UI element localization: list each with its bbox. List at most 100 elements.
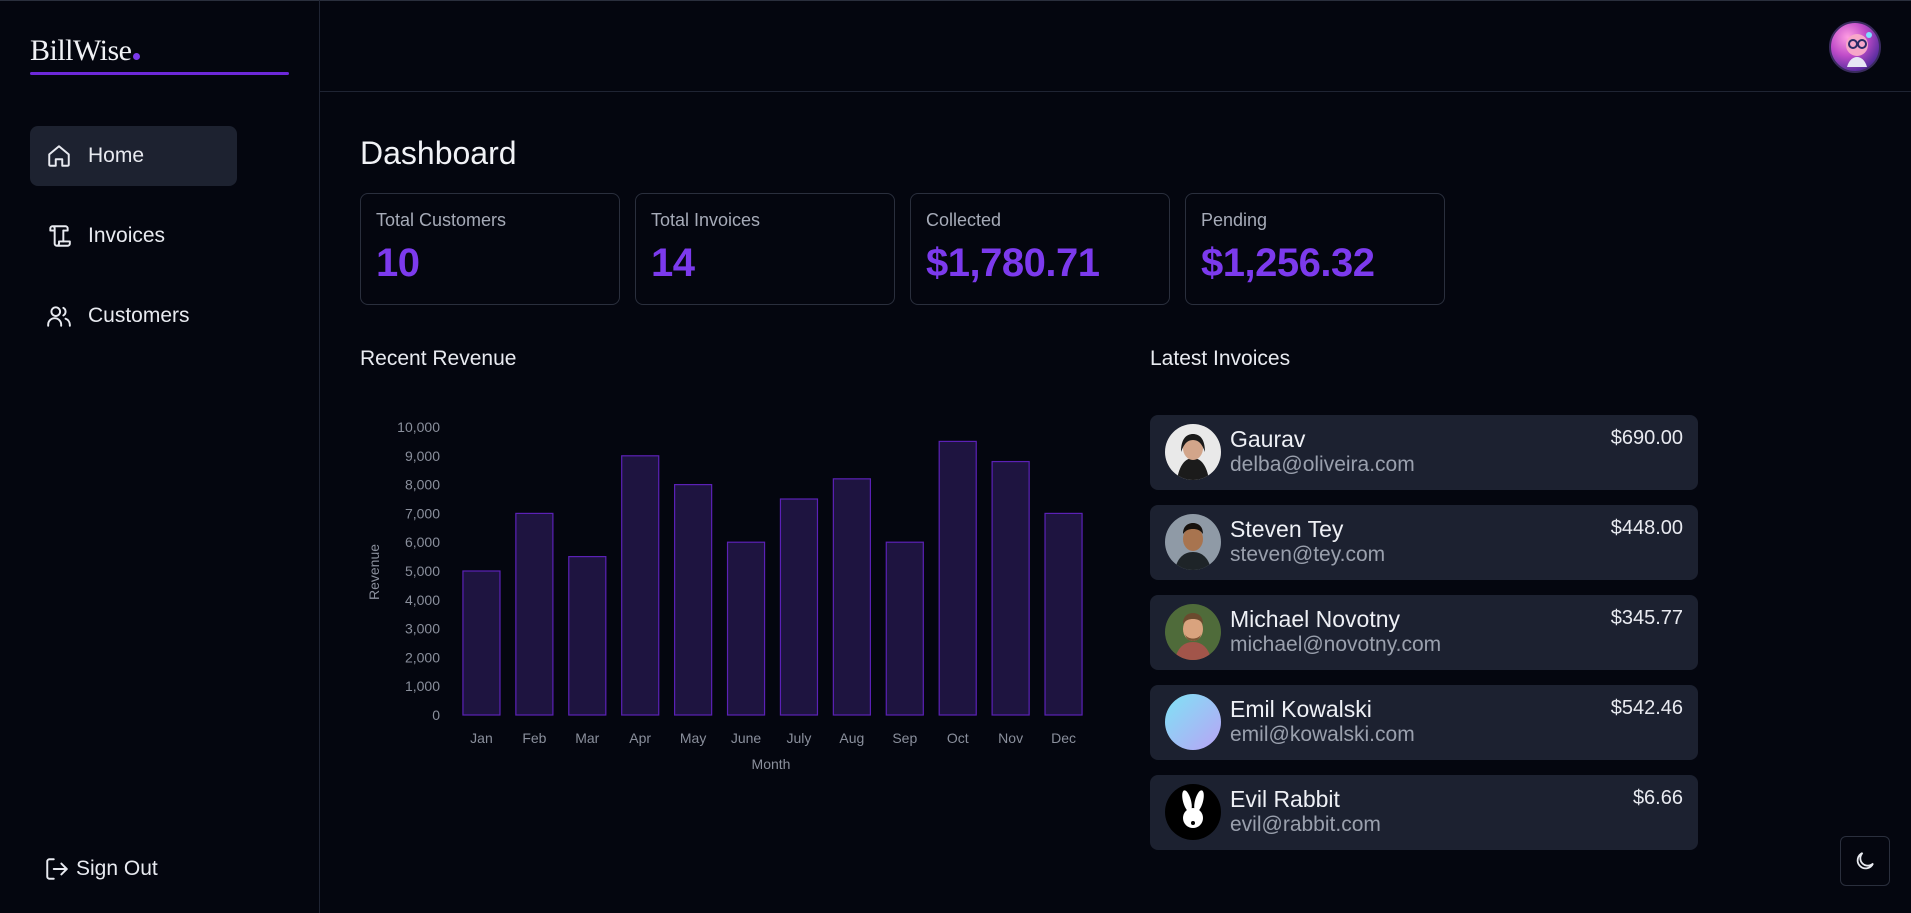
x-tick-label: Feb — [522, 730, 546, 746]
logo-dot — [133, 53, 141, 60]
theme-toggle-button[interactable] — [1840, 836, 1890, 886]
invoice-icon — [49, 225, 71, 247]
stat-value: 10 — [376, 241, 420, 285]
x-tick-label: Jan — [470, 730, 493, 746]
bars — [462, 440, 1083, 716]
customer-email: delba@oliveira.com — [1230, 453, 1415, 476]
customer-name: Michael Novotny — [1230, 606, 1401, 632]
sidebar: BillWise Home Invoices Customers Sign Ou… — [0, 0, 320, 913]
y-tick-label: 4,000 — [405, 592, 440, 608]
bar-may — [674, 483, 713, 716]
customer-avatar — [1165, 694, 1221, 750]
revenue-chart: 0 1,000 2,000 3,000 4,000 5,000 6,000 7,000 8,00… — [366, 419, 1083, 772]
customer-email: michael@novotny.com — [1230, 633, 1442, 656]
user-avatar[interactable] — [1829, 21, 1881, 73]
invoice-amount: $542.46 — [1610, 697, 1683, 719]
top-header — [320, 0, 1911, 92]
y-tick-label: 7,000 — [405, 505, 440, 521]
invoice-amount: $690.00 — [1610, 427, 1683, 449]
logo-underline — [30, 72, 289, 75]
y-tick-label: 0 — [432, 707, 440, 723]
customer-email: steven@tey.com — [1230, 543, 1386, 566]
bar-jan — [462, 570, 501, 716]
stat-value: $1,780.71 — [926, 241, 1100, 285]
stat-card-total-customers: Total Customers 10 — [360, 193, 620, 305]
stat-label: Pending — [1201, 210, 1268, 230]
sidebar-item-invoices[interactable]: Invoices — [30, 206, 237, 266]
latest-invoices-title: Latest Invoices — [1150, 347, 1291, 370]
stat-label: Total Customers — [376, 210, 507, 230]
bar-sep — [885, 541, 924, 716]
x-tick-label: Dec — [1051, 730, 1076, 746]
sign-out-button[interactable]: Sign Out — [44, 856, 158, 882]
x-tick-label: June — [731, 730, 762, 746]
logo[interactable]: BillWise — [30, 34, 141, 68]
x-tick-label: Aug — [839, 730, 864, 746]
x-tick-label: Sep — [892, 730, 917, 746]
invoice-amount: $345.77 — [1610, 607, 1683, 629]
x-tick-label: July — [787, 730, 812, 746]
bar-feb — [515, 512, 554, 716]
stat-card-pending: Pending $1,256.32 — [1185, 193, 1445, 305]
stat-label: Collected — [926, 210, 1002, 230]
invoice-amount: $6.66 — [1632, 787, 1683, 809]
bar-nov — [991, 460, 1030, 716]
customer-name: Emil Kowalski — [1230, 696, 1372, 722]
customer-avatar — [1165, 604, 1221, 660]
y-tick-label: 9,000 — [405, 448, 440, 464]
customer-email: emil@kowalski.com — [1230, 723, 1415, 746]
stat-label: Total Invoices — [651, 210, 761, 230]
y-tick-label: 5,000 — [405, 563, 440, 579]
sign-out-icon — [46, 858, 68, 880]
x-tick-label: Nov — [998, 730, 1023, 746]
sign-out-label: Sign Out — [76, 857, 158, 880]
sidebar-item-label: Invoices — [88, 224, 166, 247]
customer-name: Steven Tey — [1230, 516, 1344, 542]
stat-card-total-invoices: Total Invoices 14 — [635, 193, 895, 305]
bar-june — [726, 541, 766, 716]
moon-icon — [1856, 852, 1874, 870]
customer-avatar — [1165, 514, 1221, 570]
stat-value: $1,256.32 — [1201, 241, 1375, 285]
x-tick-label: Apr — [629, 730, 651, 746]
y-tick-label: 1,000 — [405, 678, 440, 694]
avatar-illustration — [1846, 32, 1872, 67]
stat-card-collected: Collected $1,780.71 — [910, 193, 1170, 305]
customer-avatar — [1165, 424, 1221, 480]
invoice-amount: $448.00 — [1610, 517, 1683, 539]
x-axis-label: Month — [752, 756, 791, 772]
recent-revenue-title: Recent Revenue — [360, 347, 517, 370]
customer-email: evil@rabbit.com — [1230, 813, 1381, 836]
customer-name: Evil Rabbit — [1230, 786, 1340, 812]
customer-avatar — [1165, 784, 1221, 840]
bar-dec — [1044, 512, 1083, 716]
y-tick-label: 10,000 — [397, 419, 440, 435]
x-axis: Jan Feb Mar Apr May June July Aug Sep Oct Nov Dec — [470, 730, 1076, 746]
invoice-row-emil-kowalski[interactable]: Emil Kowalski emil@kowalski.com $542.46 — [1150, 685, 1698, 760]
bar-mar — [568, 556, 607, 716]
y-axis: 0 1,000 2,000 3,000 4,000 5,000 6,000 7,000 8,00… — [397, 419, 440, 723]
sidebar-item-customers[interactable]: Customers — [30, 286, 237, 346]
y-tick-label: 2,000 — [405, 649, 440, 665]
y-axis-label: Revenue — [366, 544, 382, 600]
invoice-row-michael-novotny[interactable]: Michael Novotny michael@novotny.com $345… — [1150, 595, 1698, 670]
customer-name: Gaurav — [1230, 426, 1306, 452]
sidebar-item-home[interactable]: Home — [30, 126, 237, 186]
x-tick-label: Oct — [947, 730, 969, 746]
sidebar-item-label: Customers — [88, 304, 190, 327]
y-tick-label: 8,000 — [405, 477, 440, 493]
y-tick-label: 6,000 — [405, 534, 440, 550]
sidebar-item-label: Home — [88, 144, 145, 167]
bar-oct — [938, 440, 977, 716]
invoice-row-gaurav[interactable]: Gaurav delba@oliveira.com $690.00 — [1150, 415, 1698, 490]
page-title: Dashboard — [360, 135, 517, 171]
bar-july — [779, 498, 819, 716]
logo-text: BillWise — [30, 34, 132, 67]
home-icon — [48, 145, 70, 167]
bar-apr — [621, 455, 660, 716]
invoice-row-steven-tey[interactable]: Steven Tey steven@tey.com $448.00 — [1150, 505, 1698, 580]
x-tick-label: Mar — [575, 730, 599, 746]
invoice-row-evil-rabbit[interactable]: Evil Rabbit evil@rabbit.com $6.66 — [1150, 775, 1698, 850]
users-icon — [47, 306, 71, 327]
x-tick-label: May — [680, 730, 706, 746]
